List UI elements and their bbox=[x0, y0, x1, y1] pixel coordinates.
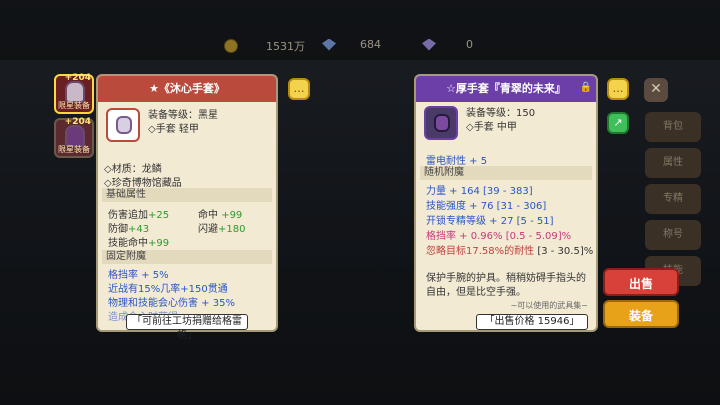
stat-value: +180 bbox=[218, 224, 246, 235]
item-collection: ◇珍奇博物馆藏品 bbox=[104, 178, 182, 189]
sell-button[interactable]: 出售 bbox=[603, 268, 679, 296]
grade-value: 黑星 bbox=[198, 110, 218, 121]
item-glove-icon bbox=[424, 106, 458, 140]
enchant-range: [39 - 383] bbox=[483, 186, 533, 197]
enchant-range: [3 - 30.5]% bbox=[537, 246, 594, 257]
enchant-range: [31 - 306] bbox=[496, 201, 547, 212]
enchant-text: 忽略目标17.58%的耐性 bbox=[426, 246, 535, 257]
equipment-set-note: ~可以使用的武具集~ bbox=[510, 301, 588, 310]
random-enchant-header: 随机附魔 bbox=[420, 166, 592, 180]
base-stats-header: 基础属性 bbox=[102, 188, 272, 202]
item-title: ★《沐心手套》 bbox=[98, 76, 276, 102]
enchant-text: 格挡率 + 0.96% bbox=[426, 231, 503, 242]
item-type: ◇手套 中甲 bbox=[466, 122, 517, 133]
enchant-text: 开锁专精等级 + 27 bbox=[426, 216, 514, 227]
enchant-range: [0.5 - 5.09]% bbox=[505, 231, 572, 242]
chat-bubble-icon[interactable]: … bbox=[607, 78, 629, 100]
enchant-text: 力量 + 164 bbox=[426, 186, 480, 197]
stat-value: +99 bbox=[148, 238, 170, 249]
equipped-item-tooltip: ★《沐心手套》 装备等级：黑星 ◇手套 轻甲 ◇材质：龙鳞 ◇珍奇博物馆藏品 基… bbox=[96, 74, 278, 341]
equipped-slot-2[interactable]: +204 限星装备 bbox=[54, 117, 94, 158]
chat-bubble-icon[interactable]: … bbox=[288, 78, 310, 100]
fixed-enchant: 近战有15%几率+150贯通 bbox=[108, 284, 228, 295]
donate-hint[interactable]: 「可前往工坊捐赠给格雷格」 bbox=[126, 314, 248, 341]
slot-badge: 限星装备 bbox=[58, 145, 90, 154]
lock-icon[interactable]: 🔒 bbox=[580, 82, 592, 93]
stat-value: +25 bbox=[148, 210, 170, 221]
enchant-text: 技能强度 + 76 bbox=[426, 201, 494, 212]
sell-price: 「出售价格 15946」 bbox=[476, 314, 588, 330]
equip-button[interactable]: 装备 bbox=[603, 300, 679, 328]
item-description: 保护手腕的护具。稍稍妨碍手指头的自由，但是比空手强。 bbox=[426, 273, 586, 298]
fixed-enchant: 物理和技能会心伤害 + 35% bbox=[108, 298, 235, 309]
item-glove-icon bbox=[106, 108, 140, 142]
item-material: ◇材质：龙鳞 bbox=[104, 164, 162, 175]
enchant-range: [5 - 51] bbox=[516, 216, 554, 227]
fixed-enchant-header: 固定附魔 bbox=[102, 250, 272, 264]
stat-label: 闪避 bbox=[198, 224, 218, 235]
grade-value: 150 bbox=[516, 108, 536, 119]
item-type: ◇手套 轻甲 bbox=[148, 124, 199, 135]
close-icon[interactable]: ✕ bbox=[644, 78, 668, 102]
equipped-slot-1[interactable]: +204 限星装备 bbox=[54, 73, 94, 114]
stat-label: 技能命中 bbox=[108, 238, 148, 249]
item-title: ☆厚手套『青翠的未来』 bbox=[416, 76, 596, 102]
fixed-enchant: 格挡率 + 5% bbox=[108, 270, 169, 281]
slot-badge: 限星装备 bbox=[58, 101, 90, 110]
share-icon[interactable]: ↗ bbox=[607, 112, 629, 134]
compared-item-tooltip: ☆厚手套『青翠的未来』 🔒 装备等级：150 ◇手套 中甲 雷电耐性 + 5 随… bbox=[414, 74, 598, 332]
resist-stat: 雷电耐性 + 5 bbox=[426, 156, 488, 167]
